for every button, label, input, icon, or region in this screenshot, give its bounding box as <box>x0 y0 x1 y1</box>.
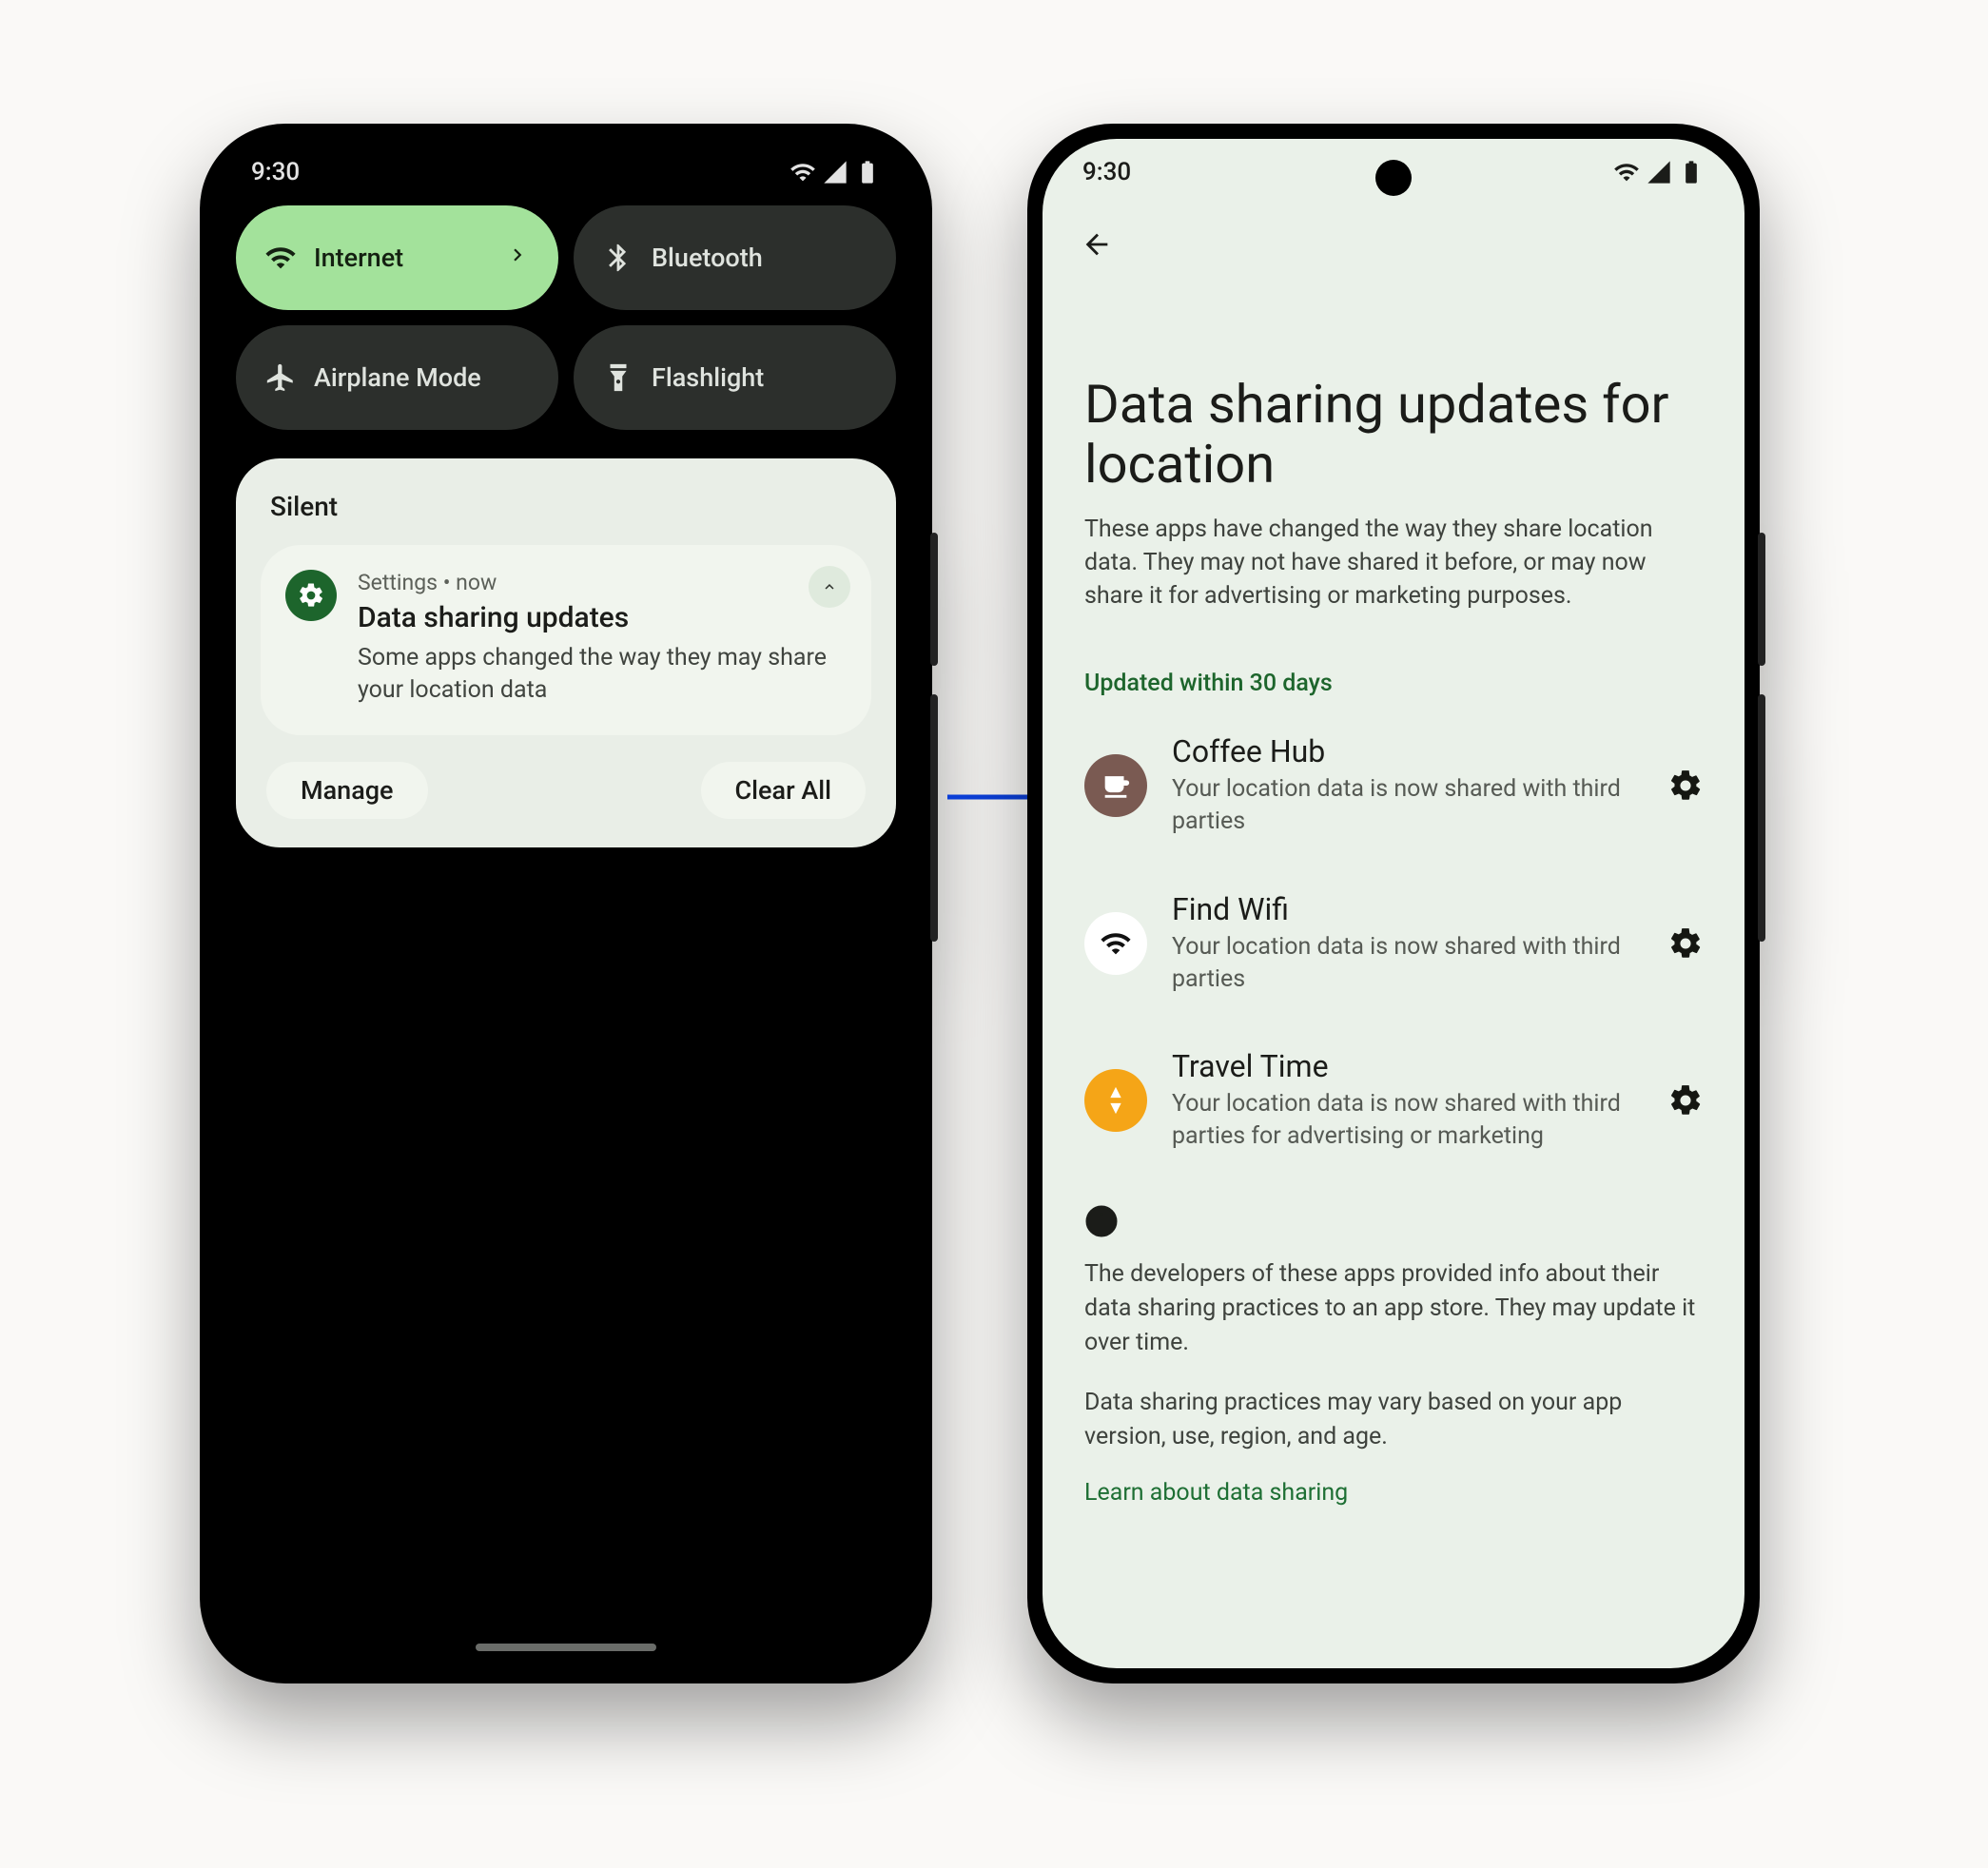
page-subtitle: These apps have changed the way they sha… <box>1043 513 1744 647</box>
settings-app-icon <box>285 570 337 621</box>
side-button <box>930 694 938 942</box>
notification-meta: Settings • now <box>358 570 847 595</box>
nav-handle[interactable] <box>476 1644 656 1651</box>
battery-icon <box>1678 159 1705 185</box>
status-indicators <box>1613 159 1705 185</box>
app-row-travel-time[interactable]: Travel Time Your location data is now sh… <box>1043 1022 1744 1179</box>
cell-icon <box>822 159 848 185</box>
battery-icon <box>854 159 881 185</box>
gear-icon <box>1667 925 1704 962</box>
notification-body: Some apps changed the way they may share… <box>358 642 847 707</box>
app-name: Travel Time <box>1172 1048 1638 1084</box>
learn-more-link[interactable]: Learn about data sharing <box>1084 1479 1703 1507</box>
qs-tile-label: Internet <box>314 243 403 273</box>
screen: 9:30 Internet Bluetooth <box>215 139 917 1668</box>
section-header: Updated within 30 days <box>1043 647 1744 707</box>
app-name: Find Wifi <box>1172 891 1638 927</box>
qs-tile-label: Flashlight <box>652 362 764 393</box>
page-title: Data sharing updates for location <box>1043 270 1744 513</box>
cell-icon <box>1646 159 1672 185</box>
flashlight-icon <box>602 361 634 394</box>
gear-icon <box>1667 1082 1704 1119</box>
status-bar: 9:30 <box>215 139 917 205</box>
app-desc: Your location data is now shared with th… <box>1172 1088 1638 1153</box>
status-time: 9:30 <box>251 158 300 186</box>
qs-tile-label: Bluetooth <box>652 243 763 273</box>
airplane-icon <box>264 361 297 394</box>
collapse-button[interactable] <box>809 566 850 608</box>
chevron-right-icon <box>505 243 530 274</box>
arrow-back-icon <box>1081 228 1113 261</box>
wifi-icon <box>1613 159 1640 185</box>
qs-tile-internet[interactable]: Internet <box>236 205 558 310</box>
app-settings-button[interactable] <box>1663 763 1708 808</box>
chevron-up-icon <box>821 578 838 595</box>
notification-data-sharing[interactable]: Settings • now Data sharing updates Some… <box>261 545 871 735</box>
back-button[interactable] <box>1071 219 1122 270</box>
info-paragraph: The developers of these apps provided in… <box>1084 1257 1703 1361</box>
qs-tile-flashlight[interactable]: Flashlight <box>574 325 896 430</box>
wifi-app-icon <box>1084 912 1147 975</box>
side-button <box>930 533 938 666</box>
app-settings-button[interactable] <box>1663 921 1708 966</box>
app-desc: Your location data is now shared with th… <box>1172 931 1638 996</box>
qs-tile-airplane[interactable]: Airplane Mode <box>236 325 558 430</box>
screen: 9:30 Data sharing updates for location T… <box>1043 139 1744 1668</box>
app-desc: Your location data is now shared with th… <box>1172 773 1638 838</box>
info-block: The developers of these apps provided in… <box>1043 1179 1744 1507</box>
notification-panel: Silent Settings • now Data sharing updat… <box>236 458 896 847</box>
info-icon <box>1084 1204 1703 1242</box>
camera-notch <box>1375 160 1412 196</box>
quick-settings: Internet Bluetooth Airplane Mode Flashli… <box>215 205 917 430</box>
qs-tile-label: Airplane Mode <box>314 362 481 393</box>
wifi-icon <box>789 159 816 185</box>
bluetooth-icon <box>602 242 634 274</box>
clear-all-button[interactable]: Clear All <box>701 762 866 819</box>
gear-icon <box>1667 768 1704 804</box>
status-indicators <box>789 159 881 185</box>
app-name: Coffee Hub <box>1172 733 1638 769</box>
notification-section-label: Silent <box>270 491 862 522</box>
side-button <box>1758 694 1765 942</box>
manage-button[interactable]: Manage <box>266 762 428 819</box>
status-time: 9:30 <box>1082 158 1131 186</box>
coffee-icon <box>1084 754 1147 817</box>
info-paragraph: Data sharing practices may vary based on… <box>1084 1386 1703 1455</box>
travel-icon <box>1084 1069 1147 1132</box>
wifi-icon <box>264 242 297 274</box>
app-settings-button[interactable] <box>1663 1078 1708 1123</box>
side-button <box>1758 533 1765 666</box>
phone-notification-shade: 9:30 Internet Bluetooth <box>200 124 932 1683</box>
app-row-coffee-hub[interactable]: Coffee Hub Your location data is now sha… <box>1043 707 1744 865</box>
phone-settings-page: 9:30 Data sharing updates for location T… <box>1027 124 1760 1683</box>
qs-tile-bluetooth[interactable]: Bluetooth <box>574 205 896 310</box>
app-row-find-wifi[interactable]: Find Wifi Your location data is now shar… <box>1043 865 1744 1022</box>
notification-title: Data sharing updates <box>358 601 847 634</box>
